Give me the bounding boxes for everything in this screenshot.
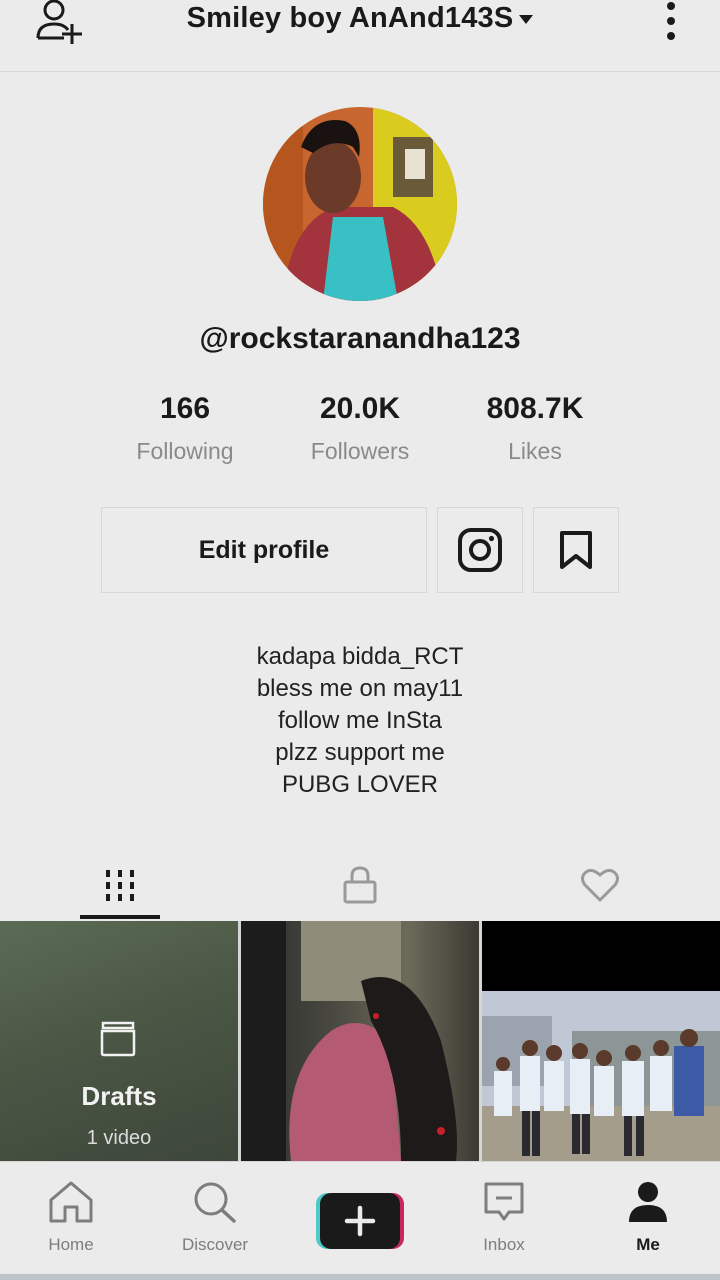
tab-liked[interactable] xyxy=(560,850,640,920)
stat-value: 808.7K xyxy=(486,392,584,425)
content-tabs xyxy=(0,850,720,920)
drafts-count: 1 video xyxy=(86,1127,152,1149)
drafts-icon xyxy=(100,1021,136,1057)
home-icon xyxy=(49,1181,93,1223)
nav-inbox[interactable]: Inbox xyxy=(454,1180,554,1255)
account-switcher[interactable]: Smiley boy AnAnd143S xyxy=(0,2,720,35)
drafts-label: Drafts xyxy=(81,1081,157,1111)
nav-label: Inbox xyxy=(483,1235,525,1254)
avatar[interactable] xyxy=(263,107,457,301)
nav-me[interactable]: Me xyxy=(598,1180,698,1255)
nav-label: Me xyxy=(636,1235,660,1254)
stat-followers[interactable]: 20.0K Followers xyxy=(285,392,435,465)
tab-videos[interactable] xyxy=(80,850,160,920)
inbox-icon xyxy=(484,1182,524,1221)
bio-line: follow me InSta xyxy=(277,707,443,734)
bio-line: bless me on may11 xyxy=(256,675,464,702)
video-grid: Drafts 1 video xyxy=(0,921,720,1161)
bookmark-icon xyxy=(560,531,592,569)
lock-icon xyxy=(343,866,377,904)
drafts-tile[interactable]: Drafts 1 video xyxy=(0,921,238,1161)
stat-label: Following xyxy=(136,438,234,464)
stat-likes[interactable]: 808.7K Likes xyxy=(460,392,610,465)
search-icon xyxy=(194,1182,236,1223)
video-thumbnail[interactable] xyxy=(482,921,720,1161)
nav-discover[interactable]: Discover xyxy=(165,1180,265,1255)
stat-label: Likes xyxy=(508,438,562,464)
nav-label: Discover xyxy=(181,1235,249,1254)
nav-label: Home xyxy=(48,1235,94,1254)
instagram-icon xyxy=(458,528,502,572)
bio-line: plzz support me xyxy=(275,739,445,766)
profile-handle: @rockstaranandha123 xyxy=(199,322,521,355)
stat-value: 20.0K xyxy=(319,392,401,425)
heart-icon xyxy=(581,868,619,902)
video-thumbnail[interactable] xyxy=(241,921,479,1161)
plus-icon[interactable] xyxy=(316,1193,404,1249)
stat-following[interactable]: 166 Following xyxy=(110,392,260,465)
bio-line: kadapa bidda_RCT xyxy=(256,643,464,670)
bottom-nav: Home Discover Inbox Me xyxy=(0,1161,720,1280)
bio-line: PUBG LOVER xyxy=(281,771,439,798)
active-tab-indicator xyxy=(80,915,160,919)
more-vertical-icon[interactable] xyxy=(658,0,684,42)
nav-home[interactable]: Home xyxy=(21,1180,121,1255)
instagram-button[interactable] xyxy=(437,507,523,593)
person-icon xyxy=(629,1182,667,1222)
profile-bio: kadapa bidda_RCT bless me on may11 follo… xyxy=(0,641,720,801)
edit-profile-button[interactable]: Edit profile xyxy=(101,507,427,593)
account-title: Smiley boy AnAnd143S xyxy=(186,2,514,34)
stat-label: Followers xyxy=(310,438,410,464)
tab-private[interactable] xyxy=(320,850,400,920)
stat-value: 166 xyxy=(159,392,211,425)
system-nav-bar xyxy=(0,1274,720,1280)
favorites-button[interactable] xyxy=(533,507,619,593)
grid-icon xyxy=(106,870,134,901)
top-bar: Smiley boy AnAnd143S xyxy=(0,0,720,72)
caret-down-icon xyxy=(519,15,534,25)
